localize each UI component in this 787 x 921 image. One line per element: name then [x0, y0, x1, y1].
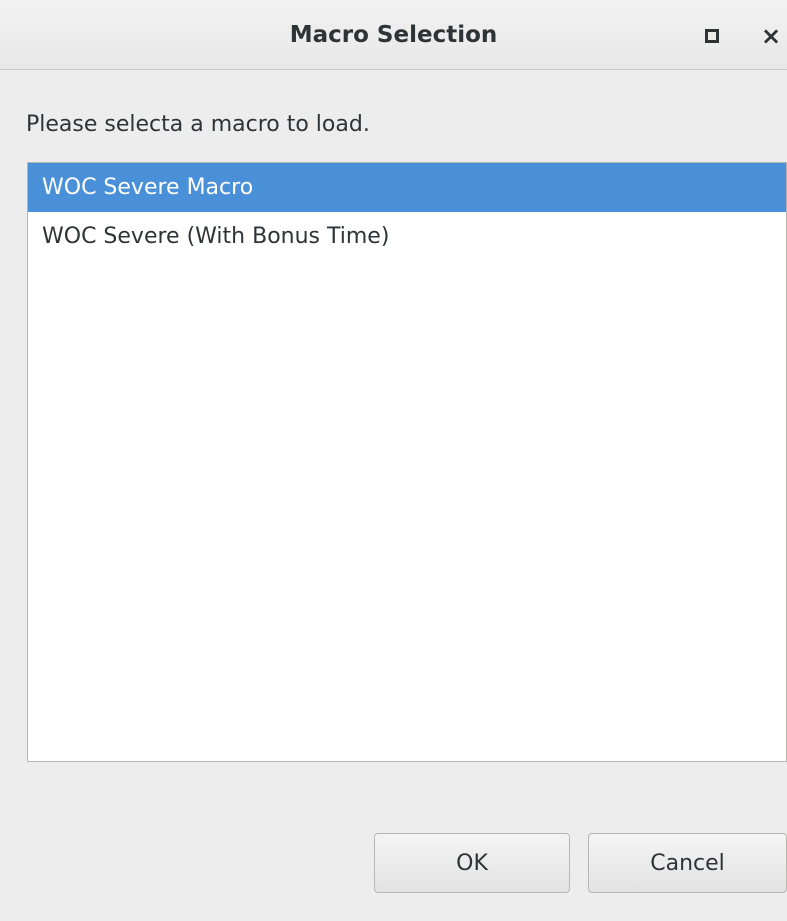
- close-icon: ×: [760, 22, 782, 50]
- macro-selection-dialog: Macro Selection × Please selecta a macro…: [0, 0, 787, 921]
- close-button[interactable]: ×: [754, 19, 787, 53]
- macro-list[interactable]: WOC Severe Macro WOC Severe (With Bonus …: [27, 162, 787, 762]
- list-item-woc-severe-bonus-time[interactable]: WOC Severe (With Bonus Time): [28, 212, 786, 261]
- maximize-button[interactable]: [695, 19, 729, 53]
- window-title: Macro Selection: [289, 22, 498, 48]
- list-item-woc-severe-macro[interactable]: WOC Severe Macro: [28, 163, 786, 212]
- ok-button[interactable]: OK: [374, 833, 570, 893]
- cancel-button[interactable]: Cancel: [588, 833, 787, 893]
- prompt-label: Please selecta a macro to load.: [26, 112, 370, 137]
- title-bar[interactable]: Macro Selection ×: [0, 0, 787, 70]
- maximize-icon: [705, 29, 719, 43]
